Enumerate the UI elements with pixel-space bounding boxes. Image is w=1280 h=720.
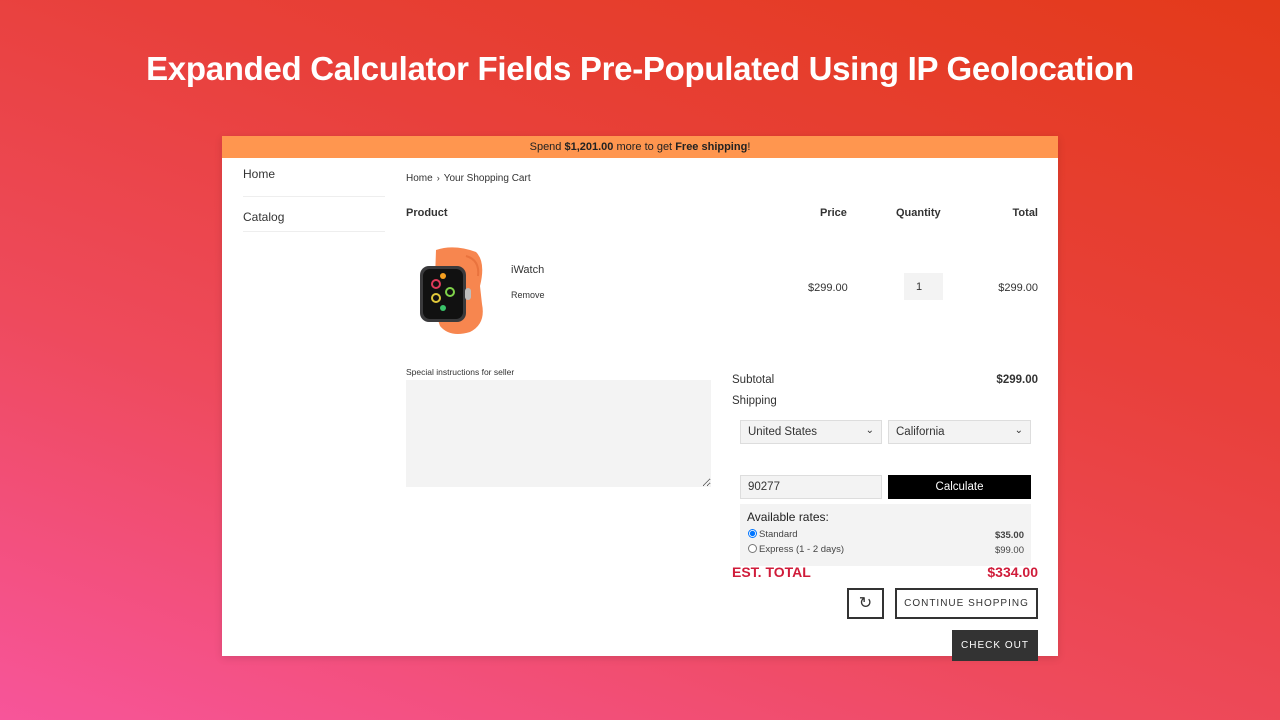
- rate-radio-express[interactable]: [748, 544, 757, 553]
- country-select[interactable]: United States ⌄: [740, 420, 882, 444]
- calculate-button[interactable]: Calculate: [888, 475, 1031, 499]
- sidebar-item-catalog[interactable]: Catalog: [243, 197, 385, 232]
- rate-radio-standard[interactable]: [748, 529, 757, 538]
- promo-middle: more to get: [613, 141, 676, 153]
- rates-title: Available rates:: [747, 510, 829, 524]
- header-price: Price: [820, 207, 847, 219]
- sidebar-item-home[interactable]: Home: [243, 162, 385, 197]
- checkout-button[interactable]: CHECK OUT: [952, 630, 1038, 661]
- province-value: California: [896, 426, 945, 438]
- seller-notes-textarea[interactable]: [406, 380, 711, 487]
- shipping-row: Shipping: [732, 395, 1038, 416]
- chevron-down-icon: ⌄: [865, 425, 874, 436]
- rate-label: Express (1 - 2 days): [759, 544, 844, 555]
- estimated-total: EST. TOTAL $334.00: [732, 564, 1038, 580]
- cart-summary: Subtotal $299.00 Shipping United States …: [732, 374, 1038, 661]
- quantity-input[interactable]: [904, 273, 943, 300]
- zip-input[interactable]: [740, 475, 882, 499]
- product-image[interactable]: [414, 246, 496, 334]
- breadcrumb-separator: ›: [436, 173, 440, 183]
- refresh-icon: ↻: [858, 594, 873, 612]
- subtotal-row: Subtotal $299.00: [732, 374, 1038, 395]
- chevron-down-icon: ⌄: [1014, 425, 1023, 436]
- header-product: Product: [406, 207, 448, 219]
- free-shipping-banner: Spend $1,201.00 more to get Free shippin…: [222, 136, 1058, 158]
- country-value: United States: [748, 426, 818, 438]
- est-total-label: EST. TOTAL: [732, 564, 811, 580]
- page-headline: Expanded Calculator Fields Pre-Populated…: [146, 50, 1134, 87]
- available-rates: Available rates: Standard $35.00 Express…: [740, 504, 1031, 566]
- est-total-value: $334.00: [987, 564, 1038, 580]
- continue-shopping-button[interactable]: CONTINUE SHOPPING: [895, 588, 1038, 619]
- rate-option-express[interactable]: Express (1 - 2 days) $99.00: [747, 544, 1024, 559]
- header-quantity: Quantity: [896, 207, 941, 219]
- notes-label: Special instructions for seller: [406, 367, 515, 377]
- subtotal-value: $299.00: [996, 374, 1038, 386]
- promo-goal: Free shipping: [675, 141, 748, 153]
- update-cart-button[interactable]: ↻: [847, 588, 884, 619]
- promo-amount: $1,201.00: [564, 141, 614, 153]
- sidebar-nav: Home Catalog: [243, 162, 385, 232]
- rate-label: Standard: [759, 529, 798, 540]
- table-row: iWatch Remove $299.00 $299.00: [406, 242, 1038, 334]
- shop-window: Spend $1,201.00 more to get Free shippin…: [222, 136, 1058, 661]
- subtotal-label: Subtotal: [732, 374, 775, 386]
- rate-option-standard[interactable]: Standard $35.00: [747, 529, 1024, 544]
- breadcrumb-current: Your Shopping Cart: [443, 173, 531, 184]
- promo-prefix: Spend: [529, 141, 565, 153]
- breadcrumb: Home › Your Shopping Cart: [406, 173, 531, 184]
- rate-price: $99.00: [994, 545, 1024, 556]
- promo-suffix: !: [747, 141, 751, 153]
- breadcrumb-home[interactable]: Home: [406, 173, 433, 184]
- shipping-label: Shipping: [732, 395, 777, 407]
- remove-link[interactable]: Remove: [511, 290, 545, 300]
- product-price: $299.00: [808, 282, 848, 294]
- province-select[interactable]: California ⌄: [888, 420, 1031, 444]
- rate-price: $35.00: [994, 530, 1024, 541]
- product-name[interactable]: iWatch: [511, 264, 544, 276]
- line-total: $299.00: [998, 282, 1038, 294]
- header-total: Total: [1012, 207, 1038, 219]
